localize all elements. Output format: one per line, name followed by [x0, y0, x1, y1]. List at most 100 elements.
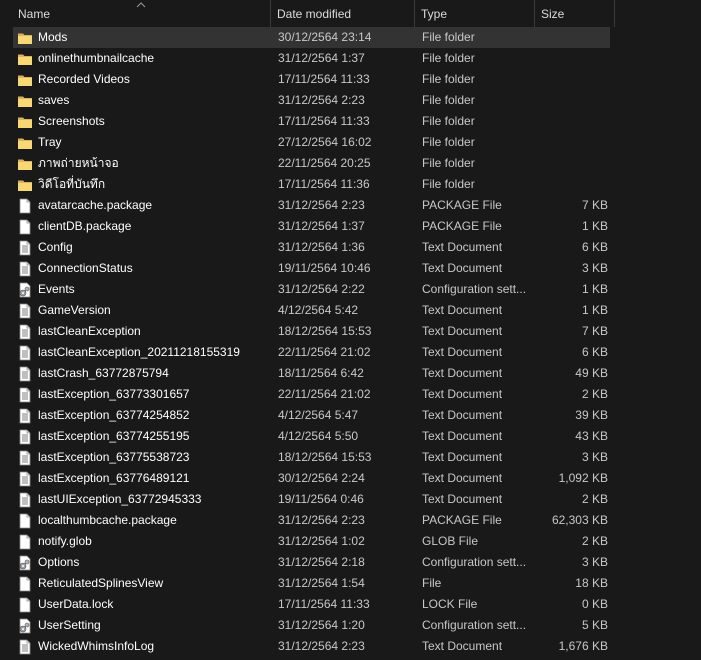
- file-row[interactable]: UserSetting 31/12/2564 1:20 Configuration …: [0, 615, 701, 636]
- file-row[interactable]: lastException_63774255195 4/12/2564 5:50 T…: [0, 426, 701, 447]
- file-name: onlinethumbnailcache: [38, 51, 155, 65]
- file-row[interactable]: ReticulatedSplinesView 31/12/2564 1:54 Fil…: [0, 573, 701, 594]
- file-type: Text Document: [422, 303, 503, 317]
- file-row[interactable]: WickedWhimsInfoLog 31/12/2564 2:23 Text Do…: [0, 636, 701, 657]
- file-size: 6 KB: [581, 240, 608, 254]
- column-header-type[interactable]: Type: [415, 0, 535, 27]
- file-name: Events: [38, 282, 75, 296]
- file-size: [540, 27, 608, 48]
- file-type: PACKAGE File: [422, 513, 502, 527]
- file-size: 7 KB: [581, 324, 608, 338]
- file-size: [540, 69, 608, 90]
- text-document-icon: [17, 345, 33, 361]
- file-type: PACKAGE File: [422, 219, 502, 233]
- file-name: lastException_63774254852: [38, 408, 190, 422]
- file-type: Text Document: [422, 261, 503, 275]
- file-date-modified: 4/12/2564 5:50: [278, 429, 359, 443]
- file-size: 3 KB: [581, 555, 608, 569]
- column-header-size[interactable]: Size: [535, 0, 615, 27]
- file-icon: [17, 198, 33, 214]
- file-name: UserSetting: [38, 618, 101, 632]
- file-date-modified: 31/12/2564 1:20: [278, 618, 365, 632]
- file-size: [540, 48, 608, 69]
- file-size: [540, 153, 608, 174]
- file-type: Text Document: [422, 387, 503, 401]
- file-date-modified: 22/11/2564 21:02: [278, 387, 371, 401]
- file-type: File folder: [422, 51, 475, 65]
- file-date-modified: 17/11/2564 11:33: [278, 72, 370, 86]
- folder-icon: [17, 72, 33, 88]
- folder-icon: [17, 114, 33, 130]
- file-type: Text Document: [422, 471, 503, 485]
- file-row[interactable]: Events 31/12/2564 2:22 Configuration sett.…: [0, 279, 701, 300]
- file-type: File: [422, 576, 442, 590]
- file-name: localthumbcache.package: [38, 513, 177, 527]
- file-name: lastException_63775538723: [38, 450, 190, 464]
- file-row[interactable]: Options 31/12/2564 2:18 Configuration sett…: [0, 552, 701, 573]
- file-date-modified: 19/11/2564 10:46: [278, 261, 371, 275]
- text-document-icon: [17, 471, 33, 487]
- file-date-modified: 18/11/2564 6:42: [278, 366, 364, 380]
- folder-icon: [17, 177, 33, 193]
- file-name: ReticulatedSplinesView: [38, 576, 164, 590]
- file-size: [540, 174, 608, 195]
- column-header-name[interactable]: Name: [12, 0, 271, 27]
- file-row[interactable]: Recorded Videos 17/11/2564 11:33 File fold…: [0, 69, 701, 90]
- file-type: Configuration sett...: [422, 282, 527, 296]
- file-size: 1 KB: [581, 282, 608, 296]
- text-document-icon: [17, 324, 33, 340]
- file-type: File folder: [422, 177, 475, 191]
- file-name: avatarcache.package: [38, 198, 153, 212]
- file-row[interactable]: onlinethumbnailcache 31/12/2564 1:37 File …: [0, 48, 701, 69]
- file-size: 6 KB: [581, 345, 608, 359]
- folder-icon: [17, 30, 33, 46]
- file-row[interactable]: saves 31/12/2564 2:23 File folder: [0, 90, 701, 111]
- file-date-modified: 19/11/2564 0:46: [278, 492, 364, 506]
- column-header-bar: Name Date modified Type Size: [0, 0, 701, 27]
- file-date-modified: 4/12/2564 5:47: [278, 408, 359, 422]
- file-icon: [17, 534, 33, 550]
- file-row[interactable]: lastException_63773301657 22/11/2564 21:0…: [0, 384, 701, 405]
- file-row[interactable]: UserData.lock 17/11/2564 11:33 LOCK File 0 …: [0, 594, 701, 615]
- file-size: 1,676 KB: [558, 639, 608, 653]
- file-type: File folder: [422, 30, 475, 44]
- file-row[interactable]: lastCrash_63772875794 18/11/2564 6:42 Text…: [0, 363, 701, 384]
- file-row[interactable]: lastCleanException_20211218155319 22/11/2…: [0, 342, 701, 363]
- file-row[interactable]: lastException_63774254852 4/12/2564 5:47 T…: [0, 405, 701, 426]
- file-size: [540, 111, 608, 132]
- column-header-date-modified[interactable]: Date modified: [271, 0, 415, 27]
- file-size: 49 KB: [575, 366, 608, 380]
- file-date-modified: 27/12/2564 16:02: [278, 135, 372, 149]
- file-row[interactable]: clientDB.package 31/12/2564 1:37 PACKAGE F…: [0, 216, 701, 237]
- file-row[interactable]: avatarcache.package 31/12/2564 2:23 PACKAG…: [0, 195, 701, 216]
- file-row[interactable]: Mods 30/12/2564 23:14 File folder: [0, 27, 701, 48]
- file-date-modified: 31/12/2564 1:37: [278, 51, 365, 65]
- file-row[interactable]: Screenshots 17/11/2564 11:33 File folder: [0, 111, 701, 132]
- file-size: 2 KB: [581, 387, 608, 401]
- file-name: Options: [38, 555, 80, 569]
- file-row[interactable]: localthumbcache.package 31/12/2564 2:23 PA…: [0, 510, 701, 531]
- file-row[interactable]: Config 31/12/2564 1:36 Text Document 6 KB: [0, 237, 701, 258]
- file-row[interactable]: ภาพถ่ายหน้าจอ 22/11/2564 20:25 File folder: [0, 153, 701, 174]
- file-type: PACKAGE File: [422, 198, 502, 212]
- file-row[interactable]: GameVersion 4/12/2564 5:42 Text Document 1 …: [0, 300, 701, 321]
- file-row[interactable]: notify.glob 31/12/2564 1:02 GLOB File 2 KB: [0, 531, 701, 552]
- folder-icon: [17, 135, 33, 151]
- file-row[interactable]: lastException_63776489121 30/12/2564 2:24…: [0, 468, 701, 489]
- file-name: Tray: [38, 135, 62, 149]
- file-size: 39 KB: [575, 408, 608, 422]
- file-row[interactable]: Tray 27/12/2564 16:02 File folder: [0, 132, 701, 153]
- file-row[interactable]: lastUIException_63772945333 19/11/2564 0:…: [0, 489, 701, 510]
- file-size: [540, 132, 608, 153]
- file-row[interactable]: lastException_63775538723 18/12/2564 15:5…: [0, 447, 701, 468]
- file-row[interactable]: ConnectionStatus 19/11/2564 10:46 Text Doc…: [0, 258, 701, 279]
- file-date-modified: 22/11/2564 21:02: [278, 345, 371, 359]
- file-type: Text Document: [422, 429, 503, 443]
- file-name: lastException_63776489121: [38, 471, 190, 485]
- folder-icon: [17, 156, 33, 172]
- file-size: 43 KB: [575, 429, 608, 443]
- file-size: 1 KB: [581, 219, 608, 233]
- file-name: lastException_63773301657: [38, 387, 190, 401]
- file-row[interactable]: lastCleanException 18/12/2564 15:53 Text D…: [0, 321, 701, 342]
- file-row[interactable]: วิดีโอที่บันทึก 17/11/2564 11:36 File fold…: [0, 174, 701, 195]
